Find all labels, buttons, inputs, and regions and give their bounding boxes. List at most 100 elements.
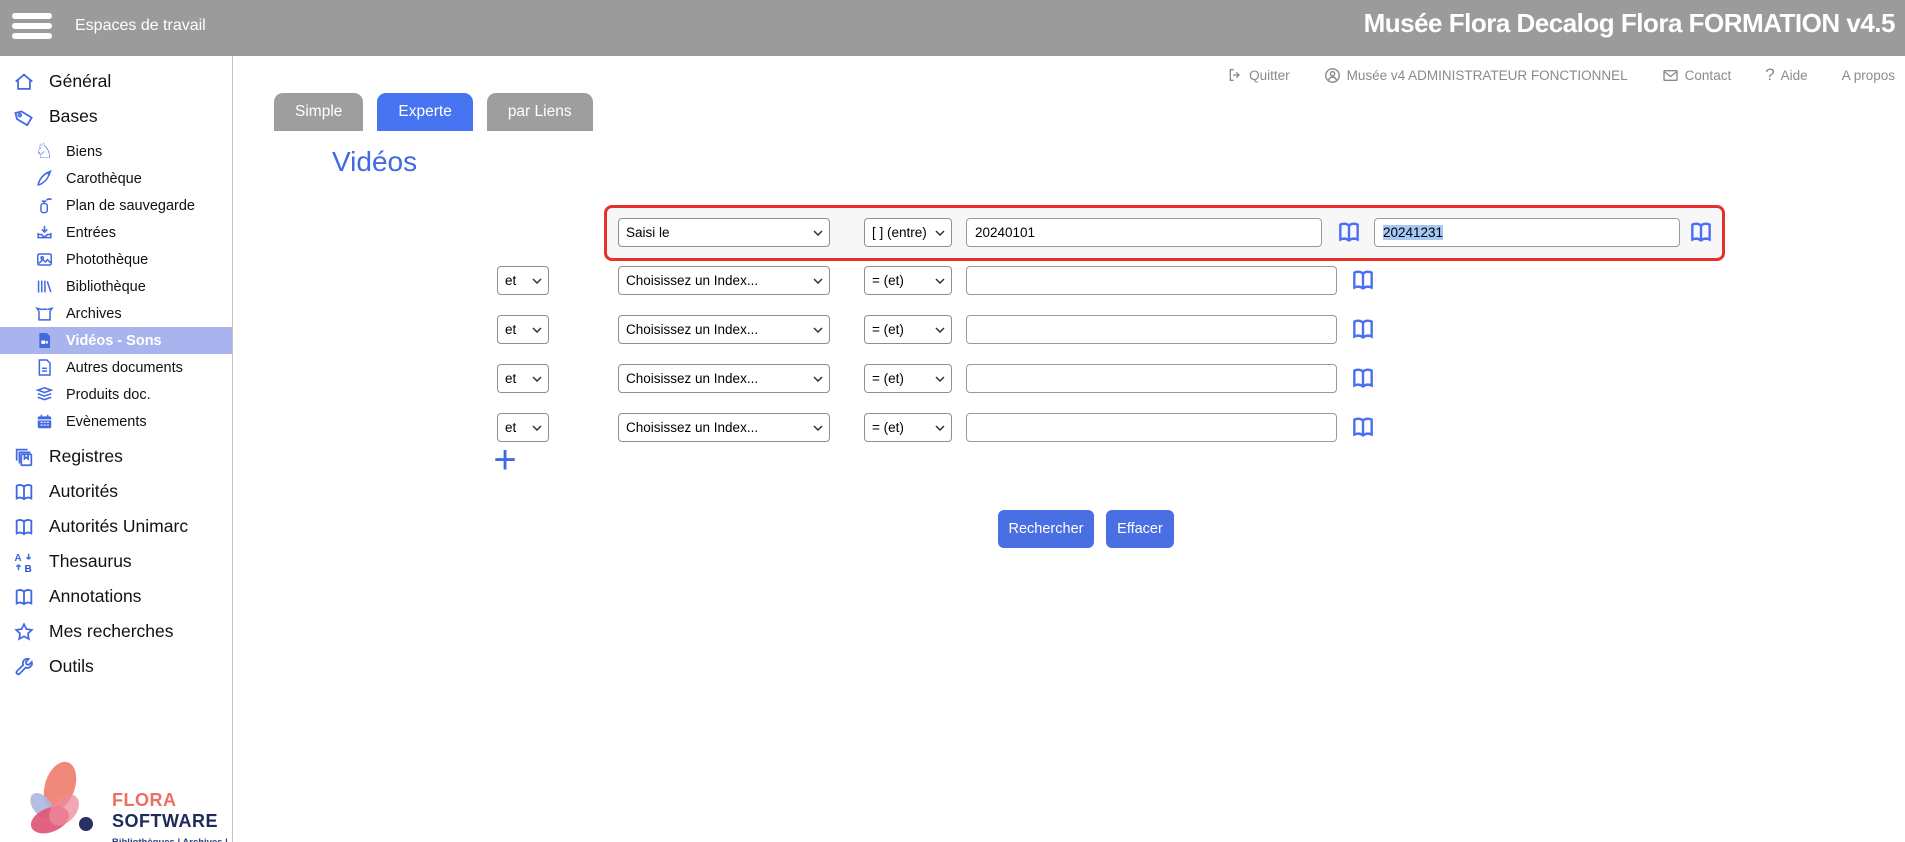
document-icon	[34, 358, 54, 377]
bool-select-wrap: et	[497, 364, 549, 393]
bases-subitems: ♘ Biens Carothèque Plan de sauvegarde En…	[0, 138, 232, 435]
operator-select-wrap: = (et)	[864, 266, 952, 295]
workspace-label[interactable]: Espaces de travail	[75, 17, 206, 35]
sidebar-item-videos-sons[interactable]: Vidéos - Sons	[0, 327, 232, 354]
sidebar-item-annotations[interactable]: Annotations	[0, 579, 232, 614]
sidebar-item-archives[interactable]: Archives	[0, 300, 232, 327]
sort-alpha-icon: AB	[12, 551, 36, 573]
question-mark-icon: ?	[1765, 65, 1774, 85]
paper-stack-icon	[34, 385, 54, 404]
operator-select[interactable]: = (et)	[864, 266, 952, 295]
effacer-button[interactable]: Effacer	[1106, 510, 1174, 548]
index-select-wrap: Choisissez un Index...	[618, 364, 830, 393]
user-icon	[1324, 67, 1341, 84]
bool-select[interactable]: et	[497, 266, 549, 295]
add-criteria-row-button[interactable]: +	[487, 442, 523, 478]
index-select-wrap: Choisissez un Index...	[618, 266, 830, 295]
index-select-row1[interactable]: Saisi le	[618, 218, 830, 247]
app-title: Musée Flora Decalog Flora FORMATION v4.5	[1364, 8, 1895, 39]
bool-select[interactable]: et	[497, 364, 549, 393]
home-icon	[12, 71, 36, 93]
operator-select[interactable]: = (et)	[864, 364, 952, 393]
index-select[interactable]: Choisissez un Index...	[618, 315, 830, 344]
index-select-row1-wrap: Saisi le	[618, 218, 830, 247]
operator-select-row1-wrap: [ ] (entre)	[864, 218, 952, 247]
index-lookup-book-icon[interactable]	[1334, 218, 1364, 246]
brush-icon	[34, 169, 54, 188]
sidebar-item-autorites[interactable]: Autorités	[0, 474, 232, 509]
sidebar-nav: Général Bases ♘ Biens Carothèque Plan de…	[0, 64, 232, 684]
inbox-arrow-icon	[34, 223, 54, 242]
sidebar-item-general[interactable]: Général	[0, 64, 232, 99]
criteria-value-input[interactable]	[966, 413, 1337, 442]
flora-petals-icon	[8, 758, 108, 842]
hamburger-menu-icon[interactable]	[12, 13, 56, 43]
index-select[interactable]: Choisissez un Index...	[618, 266, 830, 295]
operator-select[interactable]: = (et)	[864, 413, 952, 442]
index-lookup-book-icon[interactable]	[1686, 218, 1716, 246]
open-book-icon	[12, 481, 36, 503]
index-lookup-book-icon[interactable]	[1348, 315, 1378, 343]
open-book-icon	[12, 586, 36, 608]
sidebar-item-outils[interactable]: Outils	[0, 649, 232, 684]
value-to-input[interactable]: 20241231	[1374, 218, 1680, 247]
sidebar-item-registres[interactable]: Registres	[0, 439, 232, 474]
operator-select-wrap: = (et)	[864, 364, 952, 393]
registers-icon	[12, 446, 36, 468]
calendar-icon	[34, 412, 54, 431]
sidebar-item-bases[interactable]: Bases	[0, 99, 232, 134]
svg-text:A: A	[14, 553, 22, 564]
bool-select[interactable]: et	[497, 315, 549, 344]
flora-software-logo: FLORA SOFTWARE Bibliothèques | Archives …	[8, 758, 232, 842]
sidebar-item-thesaurus[interactable]: AB Thesaurus	[0, 544, 232, 579]
brand-name: FLORA SOFTWARE	[112, 790, 232, 832]
index-select[interactable]: Choisissez un Index...	[618, 413, 830, 442]
operator-select[interactable]: = (et)	[864, 315, 952, 344]
sidebar-item-carotheque[interactable]: Carothèque	[0, 165, 232, 192]
sidebar-item-plan-de-sauvegarde[interactable]: Plan de sauvegarde	[0, 192, 232, 219]
brand-tagline: Bibliothèques | Archives | Musées	[112, 837, 232, 842]
sidebar-item-autorites-unimarc[interactable]: Autorités Unimarc	[0, 509, 232, 544]
criteria-value-input[interactable]	[966, 364, 1337, 393]
rechercher-button[interactable]: Rechercher	[998, 510, 1094, 548]
search-mode-tabs: Simple Experte par Liens	[274, 93, 593, 131]
sidebar-item-biens[interactable]: ♘ Biens	[0, 138, 232, 165]
envelope-icon	[1662, 68, 1679, 83]
operator-select-row1[interactable]: [ ] (entre)	[864, 218, 952, 247]
selected-text: 20241231	[1383, 225, 1443, 240]
chess-knight-icon: ♘	[34, 141, 54, 162]
criteria-value-input[interactable]	[966, 266, 1337, 295]
bool-select-wrap: et	[497, 266, 549, 295]
value-from-input[interactable]	[966, 218, 1322, 247]
sidebar-item-mes-recherches[interactable]: Mes recherches	[0, 614, 232, 649]
bool-select-wrap: et	[497, 315, 549, 344]
sidebar-item-phototheque[interactable]: Photothèque	[0, 246, 232, 273]
top-bar: Espaces de travail Musée Flora Decalog F…	[0, 0, 1905, 56]
sidebar-item-bibliotheque[interactable]: Bibliothèque	[0, 273, 232, 300]
tab-simple[interactable]: Simple	[274, 93, 363, 131]
sidebar-item-produits-doc[interactable]: Produits doc.	[0, 381, 232, 408]
sidebar-item-autres-documents[interactable]: Autres documents	[0, 354, 232, 381]
sidebar-item-entrees[interactable]: Entrées	[0, 219, 232, 246]
books-icon	[34, 277, 54, 296]
operator-select-wrap: = (et)	[864, 413, 952, 442]
apropos-link[interactable]: A propos	[1842, 68, 1895, 83]
star-icon	[12, 621, 36, 643]
index-select-wrap: Choisissez un Index...	[618, 315, 830, 344]
quitter-link[interactable]: Quitter	[1227, 67, 1290, 83]
index-select-wrap: Choisissez un Index...	[618, 413, 830, 442]
index-lookup-book-icon[interactable]	[1348, 413, 1378, 441]
index-lookup-book-icon[interactable]	[1348, 364, 1378, 392]
user-account-link[interactable]: Musée v4 ADMINISTRATEUR FONCTIONNEL	[1324, 67, 1628, 84]
criteria-value-input[interactable]	[966, 315, 1337, 344]
fire-extinguisher-icon	[34, 196, 54, 215]
aide-link[interactable]: ? Aide	[1765, 65, 1808, 85]
app-window: Espaces de travail Musée Flora Decalog F…	[0, 0, 1905, 842]
contact-link[interactable]: Contact	[1662, 68, 1732, 83]
tab-par-liens[interactable]: par Liens	[487, 93, 593, 131]
sidebar-item-evenements[interactable]: Evènements	[0, 408, 232, 435]
video-file-icon	[34, 331, 54, 350]
index-select[interactable]: Choisissez un Index...	[618, 364, 830, 393]
tab-experte[interactable]: Experte	[377, 93, 472, 131]
index-lookup-book-icon[interactable]	[1348, 266, 1378, 294]
